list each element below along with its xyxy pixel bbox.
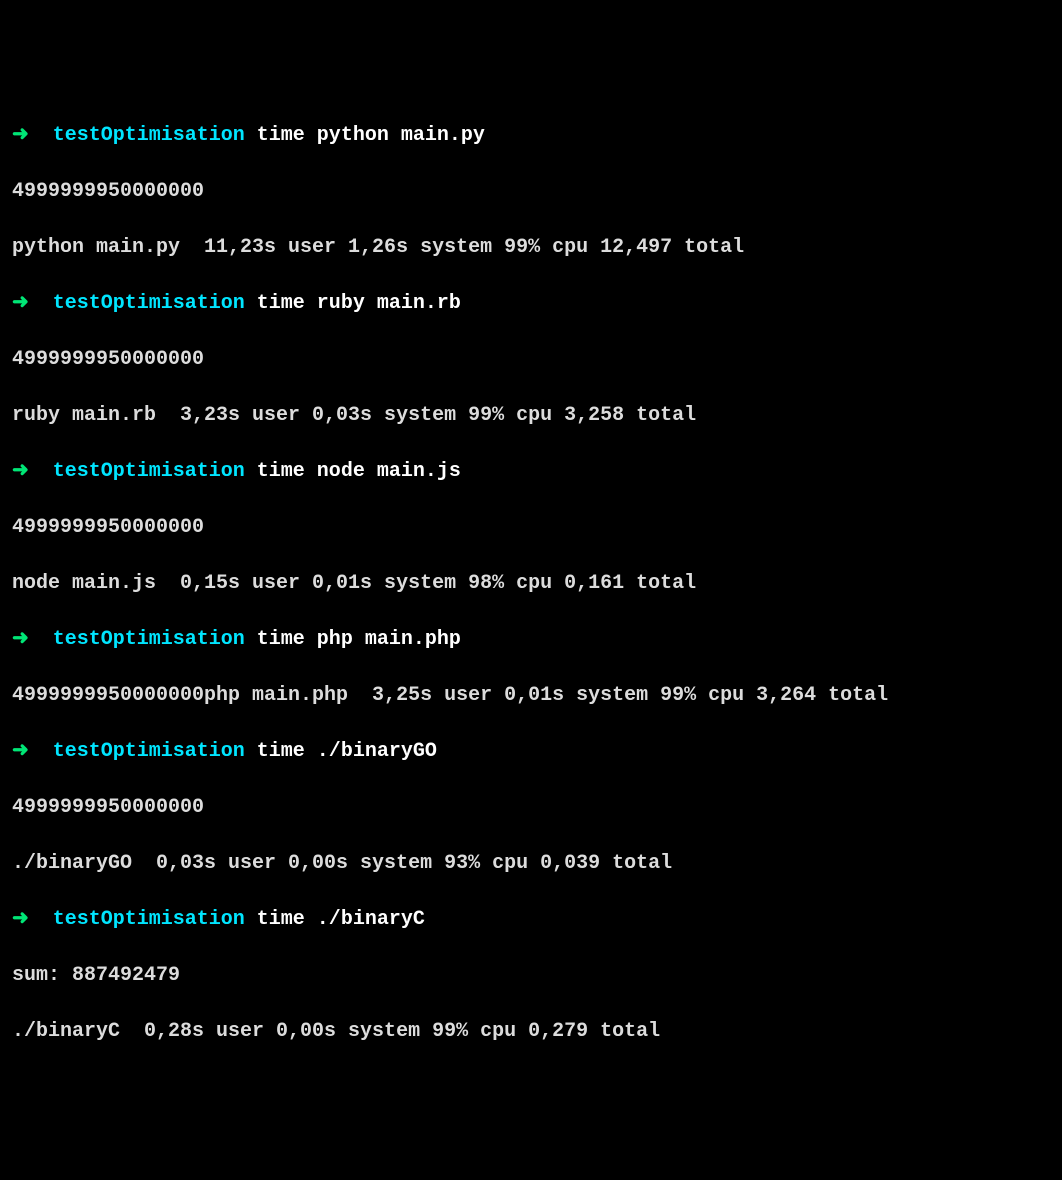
prompt-arrow-icon: ➜ <box>12 292 53 315</box>
output-line: 4999999950000000 <box>12 794 1050 822</box>
terminal-line: ➜ testOptimisation time node main.js <box>12 458 1050 486</box>
prompt-dir: testOptimisation <box>53 292 245 315</box>
terminal-line: ➜ testOptimisation time ./binaryC <box>12 906 1050 934</box>
prompt-arrow-icon: ➜ <box>12 124 53 147</box>
prompt-arrow-icon: ➜ <box>12 908 53 931</box>
prompt-dir: testOptimisation <box>53 460 245 483</box>
prompt-dir: testOptimisation <box>53 740 245 763</box>
terminal-line: ➜ testOptimisation time python main.py <box>12 122 1050 150</box>
command-text: time ./binaryC <box>245 908 425 931</box>
command-text: time ./binaryGO <box>245 740 437 763</box>
output-line: 4999999950000000php main.php 3,25s user … <box>12 682 1050 710</box>
output-line: 4999999950000000 <box>12 178 1050 206</box>
prompt-dir: testOptimisation <box>53 628 245 651</box>
command-text: time python main.py <box>245 124 485 147</box>
output-line: 4999999950000000 <box>12 514 1050 542</box>
output-line: ./binaryC 0,28s user 0,00s system 99% cp… <box>12 1018 1050 1046</box>
output-line: node main.js 0,15s user 0,01s system 98%… <box>12 570 1050 598</box>
prompt-arrow-icon: ➜ <box>12 628 53 651</box>
terminal-line: ➜ testOptimisation time ruby main.rb <box>12 290 1050 318</box>
command-text: time php main.php <box>245 628 461 651</box>
prompt-arrow-icon: ➜ <box>12 460 53 483</box>
prompt-dir: testOptimisation <box>53 124 245 147</box>
command-text: time node main.js <box>245 460 461 483</box>
prompt-dir: testOptimisation <box>53 908 245 931</box>
command-text: time ruby main.rb <box>245 292 461 315</box>
output-line: 4999999950000000 <box>12 346 1050 374</box>
prompt-arrow-icon: ➜ <box>12 740 53 763</box>
output-line: python main.py 11,23s user 1,26s system … <box>12 234 1050 262</box>
terminal-line: ➜ testOptimisation time php main.php <box>12 626 1050 654</box>
output-line: sum: 887492479 <box>12 962 1050 990</box>
terminal-line: ➜ testOptimisation time ./binaryGO <box>12 738 1050 766</box>
output-line: ruby main.rb 3,23s user 0,03s system 99%… <box>12 402 1050 430</box>
output-line: ./binaryGO 0,03s user 0,00s system 93% c… <box>12 850 1050 878</box>
